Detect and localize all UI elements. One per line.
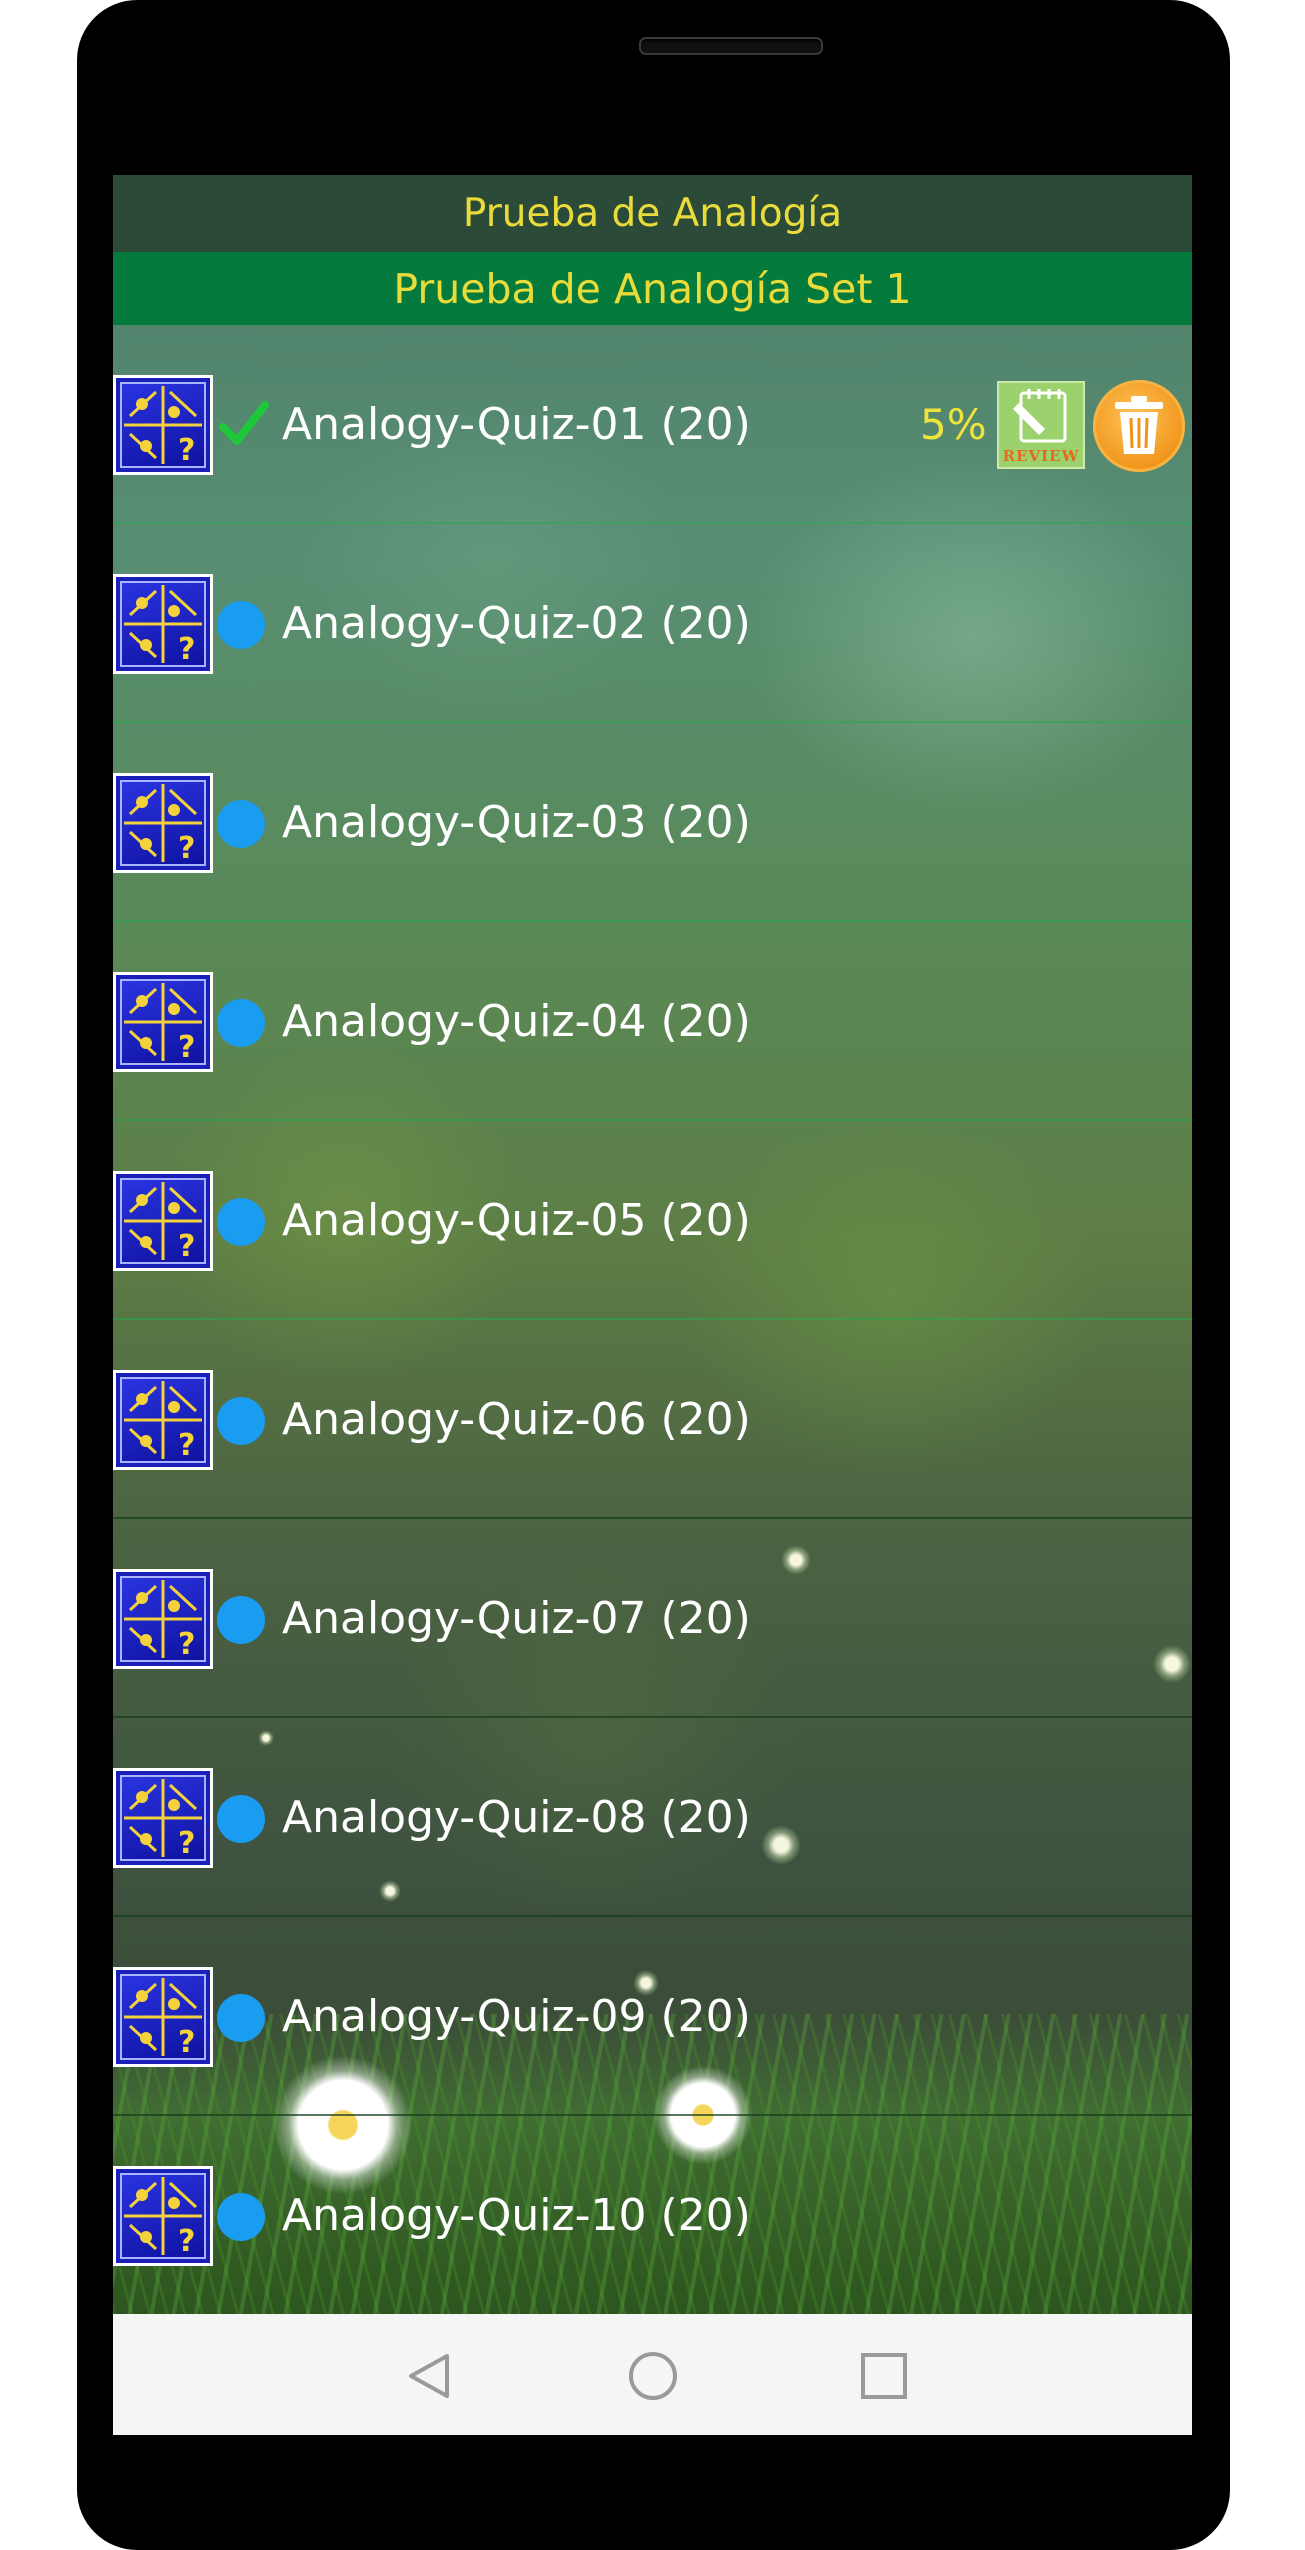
system-navigation-bar <box>113 2314 1192 2435</box>
quiz-title: Analogy-Quiz-02 (20) <box>282 598 751 649</box>
quiz-title: Analogy-Quiz-03 (20) <box>282 797 751 848</box>
check-icon <box>219 401 269 445</box>
back-icon[interactable] <box>403 2350 455 2402</box>
quiz-analogy-icon: ? <box>113 773 213 873</box>
review-button[interactable]: REVIEW <box>997 381 1085 469</box>
quiz-analogy-icon: ? <box>113 972 213 1072</box>
app-title-bar: Prueba de Analogía <box>113 175 1192 252</box>
blue-dot-icon <box>217 1397 265 1445</box>
set-title-bar: Prueba de Analogía Set 1 <box>113 252 1192 325</box>
quiz-row[interactable]: ? Analogy-Quiz-08 (20) <box>113 1718 1192 1917</box>
svg-text:?: ? <box>178 2025 195 2060</box>
phone-speaker <box>639 37 823 55</box>
blue-dot-icon <box>217 1795 265 1843</box>
blue-dot-icon <box>217 2193 265 2241</box>
quiz-title: Analogy-Quiz-06 (20) <box>282 1394 751 1445</box>
svg-text:?: ? <box>178 1428 195 1463</box>
quiz-row[interactable]: ? Analogy-Quiz-09 (20) <box>113 1917 1192 2116</box>
quiz-title: Analogy-Quiz-08 (20) <box>282 1792 751 1843</box>
quiz-row[interactable]: ? Analogy-Quiz-01 (20) 5% REVIEW <box>113 325 1192 524</box>
svg-text:?: ? <box>178 1627 195 1662</box>
set-title: Prueba de Analogía Set 1 <box>393 264 912 313</box>
delete-button[interactable] <box>1093 380 1185 472</box>
svg-text:?: ? <box>178 1030 195 1065</box>
quiz-analogy-icon: ? <box>113 375 213 475</box>
quiz-analogy-icon: ? <box>113 574 213 674</box>
blue-dot-icon <box>217 601 265 649</box>
blue-dot-icon <box>217 1596 265 1644</box>
blue-dot-icon <box>217 999 265 1047</box>
svg-text:?: ? <box>178 2224 195 2259</box>
quiz-analogy-icon: ? <box>113 1768 213 1868</box>
quiz-title: Analogy-Quiz-01 (20) <box>282 399 751 450</box>
quiz-row[interactable]: ? Analogy-Quiz-03 (20) <box>113 723 1192 922</box>
blue-dot-icon <box>217 1198 265 1246</box>
quiz-analogy-icon: ? <box>113 1171 213 1271</box>
quiz-analogy-icon: ? <box>113 1967 213 2067</box>
quiz-row[interactable]: ? Analogy-Quiz-07 (20) <box>113 1519 1192 1718</box>
quiz-title: Analogy-Quiz-05 (20) <box>282 1195 751 1246</box>
quiz-analogy-icon: ? <box>113 2166 213 2266</box>
quiz-progress: 5% <box>920 400 987 449</box>
app-screen: Prueba de Analogía Prueba de Analogía Se… <box>113 175 1192 2314</box>
blue-dot-icon <box>217 800 265 848</box>
quiz-row[interactable]: ? Analogy-Quiz-05 (20) <box>113 1121 1192 1320</box>
svg-text:?: ? <box>178 1229 195 1264</box>
recent-apps-icon[interactable] <box>858 2350 910 2402</box>
quiz-title: Analogy-Quiz-09 (20) <box>282 1991 751 2042</box>
svg-text:?: ? <box>178 632 195 667</box>
quiz-list: ? Analogy-Quiz-01 (20) 5% REVIEW ? Analo… <box>113 325 1192 2314</box>
quiz-analogy-icon: ? <box>113 1370 213 1470</box>
blue-dot-icon <box>217 1994 265 2042</box>
home-icon[interactable] <box>627 2350 679 2402</box>
quiz-analogy-icon: ? <box>113 1569 213 1669</box>
quiz-row[interactable]: ? Analogy-Quiz-02 (20) <box>113 524 1192 723</box>
quiz-row[interactable]: ? Analogy-Quiz-04 (20) <box>113 922 1192 1121</box>
svg-text:?: ? <box>178 433 195 468</box>
svg-text:?: ? <box>178 831 195 866</box>
quiz-title: Analogy-Quiz-07 (20) <box>282 1593 751 1644</box>
svg-text:?: ? <box>178 1826 195 1861</box>
quiz-row[interactable]: ? Analogy-Quiz-06 (20) <box>113 1320 1192 1519</box>
review-label: REVIEW <box>1002 447 1080 465</box>
app-title: Prueba de Analogía <box>462 191 843 236</box>
review-icon <box>1013 389 1067 443</box>
trash-icon <box>1115 396 1163 454</box>
quiz-row[interactable]: ? Analogy-Quiz-10 (20) <box>113 2116 1192 2314</box>
quiz-title: Analogy-Quiz-10 (20) <box>282 2190 751 2241</box>
quiz-title: Analogy-Quiz-04 (20) <box>282 996 751 1047</box>
